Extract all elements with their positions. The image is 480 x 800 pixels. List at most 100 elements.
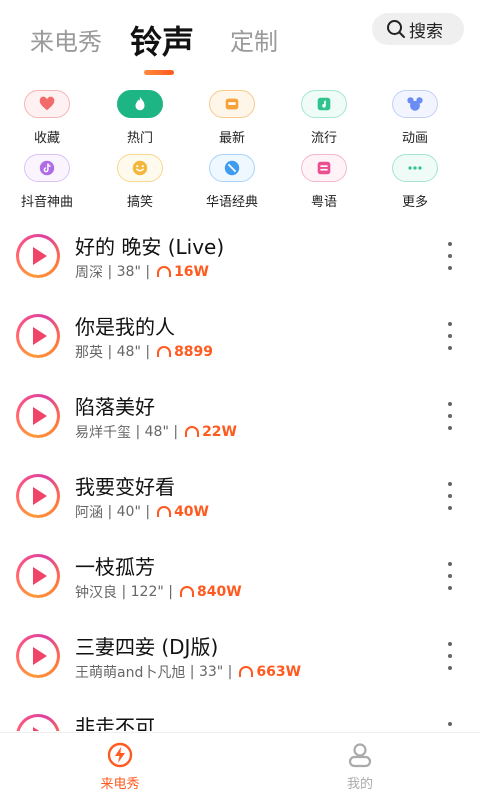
song-title: 三妻四妾 (DJ版) (75, 635, 219, 659)
bottom-nav: 来电秀 我的 (0, 732, 480, 800)
play-icon (33, 407, 47, 425)
song-artist: 钟汉良 (75, 585, 117, 601)
song-title: 非走不可 (75, 715, 155, 731)
search-label: 搜索 (409, 21, 443, 42)
nav-caller-show[interactable]: 来电秀 (70, 741, 170, 792)
headphone-icon (179, 586, 194, 597)
song-meta: 那英 | 48" | 8899 (75, 344, 214, 361)
play-button[interactable] (16, 234, 60, 278)
list-item[interactable]: 你是我的人 那英 | 48" | 8899 (0, 296, 480, 376)
nav-mine[interactable]: 我的 (310, 741, 410, 792)
new-icon (225, 98, 239, 110)
more-options-icon[interactable] (442, 642, 458, 670)
cantonese-icon (317, 161, 331, 175)
ringtone-list: 好的 晚安 (Live) 周深 | 38" | 16W 你是我的人 那英 | 4… (0, 216, 480, 731)
category-hot[interactable]: 热门 (95, 90, 185, 146)
play-icon (33, 327, 47, 345)
song-title: 我要变好看 (75, 475, 175, 499)
play-count: 40W (174, 504, 209, 520)
tiktok-icon (39, 160, 55, 176)
search-button[interactable]: 搜索 (372, 13, 464, 45)
song-title: 你是我的人 (75, 315, 175, 339)
category-newest[interactable]: 最新 (187, 90, 277, 146)
hot-icon (135, 96, 145, 111)
list-item[interactable]: 我要变好看 阿涵 | 40" | 40W (0, 456, 480, 536)
user-icon (348, 743, 372, 768)
song-artist: 易烊千玺 (75, 425, 131, 441)
play-icon (33, 247, 47, 265)
list-item[interactable]: 陷落美好 易烊千玺 | 48" | 22W (0, 376, 480, 456)
more-options-icon[interactable] (442, 482, 458, 510)
list-item[interactable]: 一枝孤芳 钟汉良 | 122" | 840W (0, 536, 480, 616)
smile-icon (132, 160, 148, 176)
list-item[interactable]: 三妻四妾 (DJ版) 王萌萌and卜凡旭 | 33" | 663W (0, 616, 480, 696)
play-count: 22W (202, 424, 237, 440)
play-button[interactable] (16, 634, 60, 678)
play-count: 16W (174, 264, 209, 280)
category-animation[interactable]: 动画 (370, 90, 460, 146)
play-button[interactable] (16, 554, 60, 598)
play-count: 840W (196, 584, 242, 600)
song-meta: 易烊千玺 | 48" | 22W (75, 424, 237, 441)
more-options-icon[interactable] (442, 402, 458, 430)
song-meta: 钟汉良 | 122" | 840W (75, 584, 242, 601)
top-tab-bar: 来电秀 铃声 定制 搜索 (0, 0, 480, 82)
headphone-icon (157, 506, 172, 517)
song-title: 陷落美好 (75, 395, 155, 419)
category-grid: 收藏 热门 最新 流行 动画 抖音神曲 搞笑 华语经典 粤语 更多 (0, 86, 480, 216)
song-duration: 48" (144, 424, 169, 440)
category-chinese-classics[interactable]: 华语经典 (187, 154, 277, 210)
headphone-icon (157, 266, 172, 277)
song-artist: 周深 (75, 265, 103, 281)
category-favorites[interactable]: 收藏 (2, 90, 92, 146)
song-meta: 周深 | 38" | 16W (75, 264, 209, 281)
play-button[interactable] (16, 714, 60, 731)
song-duration: 40" (116, 504, 141, 520)
globe-icon (224, 160, 240, 176)
tab-ringtone[interactable]: 铃声 (130, 17, 194, 63)
more-options-icon[interactable] (442, 322, 458, 350)
category-pop[interactable]: 流行 (279, 90, 369, 146)
song-duration: 33" (198, 664, 224, 680)
headphone-icon (157, 346, 172, 357)
category-funny[interactable]: 搞笑 (95, 154, 185, 210)
mickey-icon (407, 97, 423, 111)
song-duration: 38" (116, 264, 141, 280)
heart-icon (39, 96, 55, 111)
headphone-icon (239, 666, 254, 677)
nav-label: 我的 (346, 777, 373, 792)
song-artist: 阿涵 (75, 505, 103, 521)
play-icon (33, 647, 47, 665)
song-artist: 王萌萌and卜凡旭 (75, 665, 186, 681)
song-title: 好的 晚安 (Live) (75, 235, 225, 259)
music-note-icon (317, 97, 331, 111)
play-button[interactable] (16, 314, 60, 358)
category-more[interactable]: 更多 (370, 154, 460, 210)
play-icon (33, 567, 47, 585)
nav-label: 来电秀 (100, 777, 140, 792)
more-options-icon[interactable] (442, 722, 458, 731)
more-options-icon[interactable] (442, 242, 458, 270)
more-options-icon[interactable] (442, 562, 458, 590)
play-button[interactable] (16, 394, 60, 438)
tab-custom[interactable]: 定制 (230, 22, 278, 57)
category-douyin-hits[interactable]: 抖音神曲 (2, 154, 92, 210)
lightning-icon (107, 742, 133, 768)
more-dots-icon (408, 166, 422, 170)
song-meta: 阿涵 | 40" | 40W (75, 504, 209, 521)
song-meta: 王萌萌and卜凡旭 | 33" | 663W (75, 664, 302, 681)
list-item[interactable]: 好的 晚安 (Live) 周深 | 38" | 16W (0, 216, 480, 296)
headphone-icon (185, 426, 200, 437)
category-cantonese[interactable]: 粤语 (279, 154, 369, 210)
list-item[interactable]: 非走不可 (0, 696, 480, 731)
active-tab-indicator (144, 70, 174, 75)
play-button[interactable] (16, 474, 60, 518)
play-count: 663W (256, 664, 302, 680)
play-icon (33, 727, 47, 731)
tab-caller-show[interactable]: 来电秀 (30, 22, 102, 57)
play-icon (33, 487, 47, 505)
song-duration: 48" (116, 344, 141, 360)
song-title: 一枝孤芳 (75, 555, 155, 579)
search-icon (387, 20, 405, 38)
song-artist: 那英 (75, 345, 103, 361)
